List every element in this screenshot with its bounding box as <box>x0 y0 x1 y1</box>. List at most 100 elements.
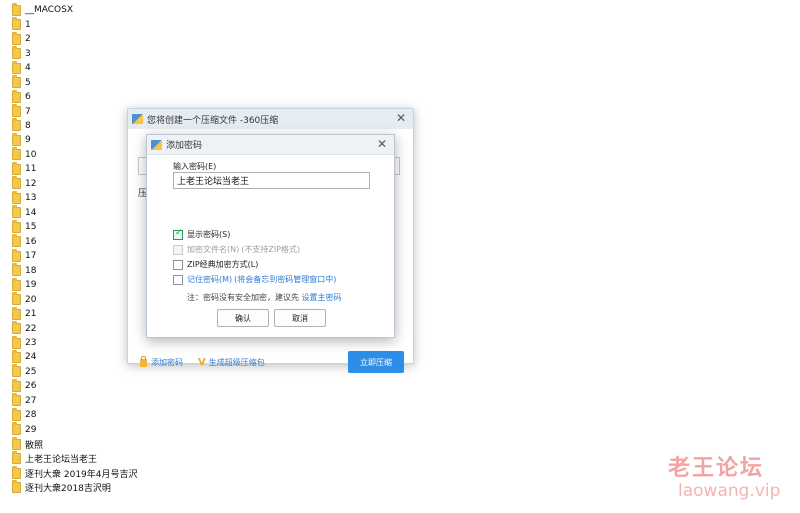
folder-icon <box>12 349 21 363</box>
folder-name: 26 <box>25 381 37 392</box>
folder-name: 逐刊大衆2018吉沢明 <box>25 484 111 495</box>
folder-name: 5 <box>25 77 31 88</box>
folder-name: 13 <box>25 193 37 204</box>
security-note-text: 注：密码没有安全加密，建议先 <box>187 293 299 302</box>
zip-classic-label: ZIP经典加密方式(L) <box>187 260 259 269</box>
folder-name: 19 <box>25 280 37 291</box>
set-master-password-link[interactable]: 设置主密码 <box>302 293 342 302</box>
encrypt-filenames-checkbox <box>173 244 183 255</box>
folder-name: 18 <box>25 265 37 276</box>
folder-item[interactable]: 5 <box>12 75 192 89</box>
folder-icon <box>12 104 21 118</box>
folder-name: 上老王论坛当老王 <box>25 455 98 466</box>
folder-icon <box>12 263 21 277</box>
folder-item[interactable]: 29 <box>12 422 192 437</box>
zip-classic-option[interactable]: ZIP经典加密方式(L) <box>173 259 258 270</box>
folder-name: 23 <box>25 338 37 349</box>
folder-item[interactable]: 26 <box>12 378 192 393</box>
folder-icon <box>12 176 21 190</box>
folder-item[interactable]: 3 <box>12 46 192 60</box>
folder-icon <box>12 436 21 450</box>
compress-now-button[interactable]: 立即压缩 <box>348 351 404 373</box>
folder-icon <box>12 31 21 45</box>
folder-icon <box>12 17 21 31</box>
folder-item[interactable]: 6 <box>12 89 192 104</box>
zip-classic-checkbox[interactable] <box>173 259 183 270</box>
folder-icon <box>12 407 21 421</box>
password-input[interactable] <box>173 172 370 189</box>
folder-name: 29 <box>25 424 37 435</box>
add-password-titlebar[interactable]: 添加密码 ✕ <box>147 135 394 155</box>
folder-icon <box>12 234 21 248</box>
folder-name: 8 <box>25 120 31 131</box>
show-password-label: 显示密码(S) <box>187 230 231 239</box>
folder-name: 12 <box>25 178 37 189</box>
security-note: 注：密码没有安全加密，建议先 设置主密码 <box>187 292 342 303</box>
folder-item[interactable]: 逐刊大衆2018吉沢明 <box>12 480 192 494</box>
super-package-link[interactable]: V 生成超级压缩包 <box>198 357 265 368</box>
show-password-option[interactable]: 显示密码(S) <box>173 228 231 240</box>
folder-item[interactable]: 2 <box>12 31 192 46</box>
360-compress-app-icon <box>151 139 162 150</box>
folder-item[interactable]: 散照 <box>12 436 192 451</box>
folder-icon <box>12 292 21 306</box>
v-badge-icon: V <box>198 357 206 368</box>
compress-dialog-title: 您将创建一个压缩文件 -360压缩 <box>147 115 279 126</box>
folder-name: 22 <box>25 323 37 334</box>
lock-icon <box>140 355 147 367</box>
watermark-domain: laowang.vip <box>678 481 781 501</box>
close-icon[interactable]: ✕ <box>376 138 388 150</box>
folder-icon <box>12 364 21 378</box>
folder-icon <box>12 451 21 465</box>
folder-icon <box>12 60 21 74</box>
encrypt-filenames-option: 加密文件名(N) (不支持ZIP格式) <box>173 244 300 255</box>
folder-item[interactable]: 逐刊大衆 2019年4月号吉沢 <box>12 465 192 480</box>
folder-icon <box>12 118 21 132</box>
folder-icon <box>12 132 21 146</box>
folder-icon <box>12 248 21 262</box>
add-password-link[interactable]: 添加密码 <box>140 355 183 368</box>
folder-name: 28 <box>25 410 37 421</box>
folder-name: 16 <box>25 236 37 247</box>
folder-icon <box>12 378 21 392</box>
close-icon[interactable]: ✕ <box>395 112 407 124</box>
folder-icon <box>12 46 21 60</box>
folder-name: 7 <box>25 106 31 117</box>
cancel-button[interactable]: 取消 <box>274 309 326 327</box>
360-compress-app-icon <box>132 114 143 124</box>
folder-icon <box>12 219 21 233</box>
encrypt-filenames-hint: (不支持ZIP格式) <box>241 245 301 254</box>
show-password-checkbox[interactable] <box>173 228 183 240</box>
folder-icon <box>12 480 21 494</box>
folder-name: 20 <box>25 294 37 305</box>
folder-icon <box>12 335 21 349</box>
folder-icon <box>12 190 21 204</box>
folder-item[interactable]: __MACOSX <box>12 2 192 17</box>
folder-icon <box>12 422 21 436</box>
remember-password-option[interactable]: 记住密码(M) (将会备忘到密码管理窗口中) <box>173 274 336 285</box>
folder-name: 4 <box>25 63 31 74</box>
folder-icon <box>12 89 21 103</box>
folder-name: 9 <box>25 135 31 146</box>
confirm-button[interactable]: 确认 <box>217 309 269 327</box>
folder-icon <box>12 147 21 161</box>
folder-icon <box>12 2 21 16</box>
folder-item[interactable]: 1 <box>12 17 192 31</box>
folder-item[interactable]: 4 <box>12 60 192 75</box>
folder-name: 6 <box>25 92 31 103</box>
add-password-dialog: 添加密码 ✕ 输入密码(E) 显示密码(S) 加密文件名(N) (不支持ZIP格… <box>146 134 395 338</box>
folder-name: 24 <box>25 352 37 363</box>
folder-item[interactable]: 上老王论坛当老王 <box>12 451 192 466</box>
super-package-label: 生成超级压缩包 <box>208 358 265 367</box>
folder-item[interactable]: 27 <box>12 393 192 408</box>
add-password-title: 添加密码 <box>166 141 203 151</box>
compress-dialog-titlebar[interactable]: 您将创建一个压缩文件 -360压缩 ✕ <box>128 109 413 129</box>
folder-name: 25 <box>25 366 37 377</box>
folder-name: 15 <box>25 222 37 233</box>
folder-name: 逐刊大衆 2019年4月号吉沢 <box>25 469 138 480</box>
folder-icon <box>12 75 21 89</box>
folder-name: 14 <box>25 207 37 218</box>
folder-name: 3 <box>25 48 31 59</box>
folder-item[interactable]: 28 <box>12 407 192 422</box>
remember-password-checkbox[interactable] <box>173 274 183 285</box>
